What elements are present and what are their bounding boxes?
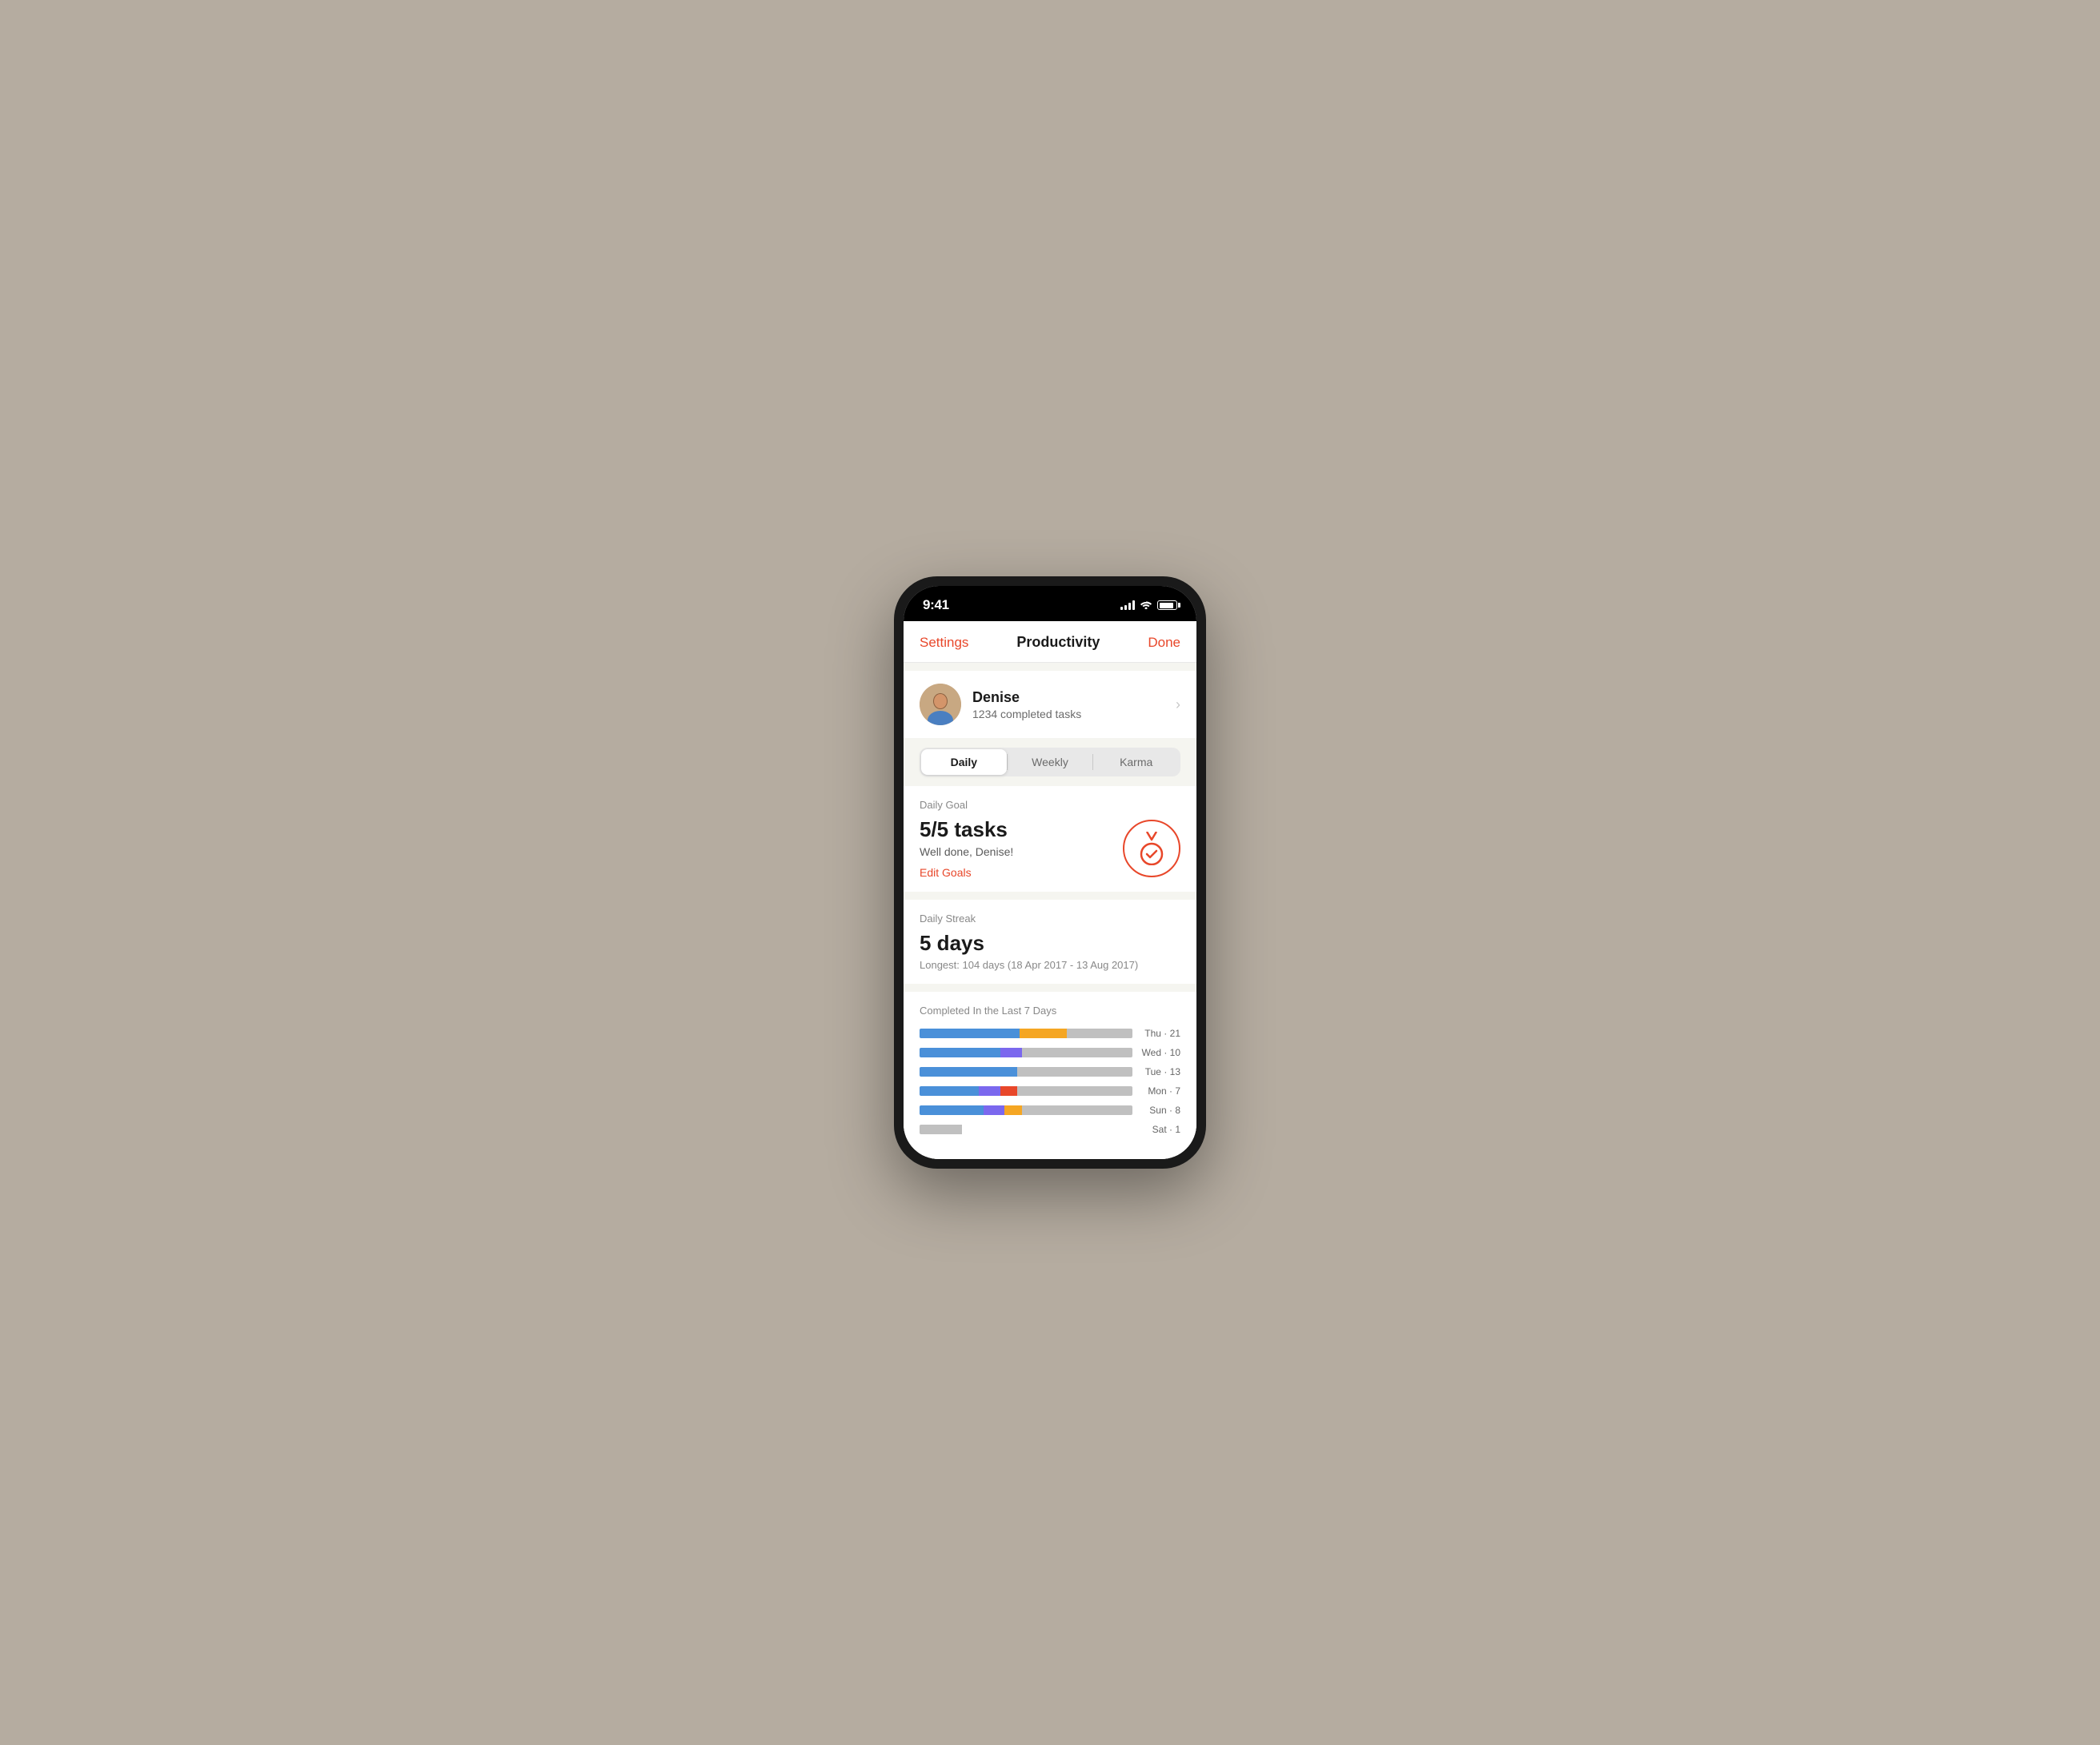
status-time: 9:41 [923, 597, 949, 613]
phone-frame: 9:41 [894, 576, 1206, 1169]
profile-info: Denise 1234 completed tasks [972, 689, 1081, 720]
streak-longest: Longest: 104 days (18 Apr 2017 - 13 Aug … [920, 959, 1180, 971]
goal-info: 5/5 tasks Well done, Denise! Edit Goals [920, 817, 1013, 879]
chart-day-thu: Thu · 21 [1139, 1028, 1180, 1039]
battery-icon [1157, 600, 1177, 610]
wifi-icon [1140, 600, 1152, 612]
chart-row-wed: Wed · 10 [920, 1047, 1180, 1058]
medal-icon [1123, 820, 1180, 877]
tab-daily[interactable]: Daily [921, 749, 1007, 775]
daily-goal-section: Daily Goal 5/5 tasks Well done, Denise! … [904, 786, 1196, 892]
segment-control: Daily Weekly Karma [920, 748, 1180, 776]
done-button[interactable]: Done [1148, 635, 1180, 651]
phone-screen: 9:41 [904, 586, 1196, 1159]
settings-button[interactable]: Settings [920, 635, 968, 651]
chart-row-mon: Mon · 7 [920, 1085, 1180, 1097]
goal-congrats: Well done, Denise! [920, 845, 1013, 858]
streak-days: 5 days [920, 931, 1180, 956]
profile-tasks: 1234 completed tasks [972, 708, 1081, 720]
profile-name: Denise [972, 689, 1081, 706]
status-icons [1120, 600, 1177, 612]
signal-icon [1120, 600, 1135, 610]
chart-bar-sat [920, 1125, 1132, 1134]
page-title: Productivity [1016, 634, 1100, 651]
tab-weekly[interactable]: Weekly [1008, 749, 1093, 775]
chevron-right-icon: › [1176, 696, 1180, 713]
edit-goals-button[interactable]: Edit Goals [920, 866, 1013, 879]
chart-section: Completed In the Last 7 Days Thu · 21 [904, 992, 1196, 1159]
chart-day-sun: Sun · 8 [1139, 1105, 1180, 1116]
avatar [920, 684, 961, 725]
chart-day-wed: Wed · 10 [1139, 1047, 1180, 1058]
chart-day-tue: Tue · 13 [1139, 1066, 1180, 1077]
streak-label: Daily Streak [920, 913, 1180, 925]
chart-bar-sun [920, 1105, 1132, 1115]
chart-row-sat: Sat · 1 [920, 1124, 1180, 1135]
profile-left: Denise 1234 completed tasks [920, 684, 1081, 725]
daily-goal-label: Daily Goal [920, 799, 1180, 811]
chart-row-thu: Thu · 21 [920, 1028, 1180, 1039]
daily-streak-section: Daily Streak 5 days Longest: 104 days (1… [904, 900, 1196, 984]
profile-section[interactable]: Denise 1234 completed tasks › [904, 671, 1196, 738]
tab-karma[interactable]: Karma [1093, 749, 1179, 775]
chart-day-sat: Sat · 1 [1139, 1124, 1180, 1135]
chart-row-tue: Tue · 13 [920, 1066, 1180, 1077]
chart-bar-thu [920, 1029, 1132, 1038]
chart-bar-tue [920, 1067, 1132, 1077]
status-bar: 9:41 [904, 586, 1196, 621]
chart-bar-mon [920, 1086, 1132, 1096]
goal-tasks: 5/5 tasks [920, 817, 1013, 842]
nav-bar: Settings Productivity Done [904, 621, 1196, 663]
goal-row: 5/5 tasks Well done, Denise! Edit Goals [920, 817, 1180, 879]
app-content: Settings Productivity Done [904, 621, 1196, 1159]
chart-day-mon: Mon · 7 [1139, 1085, 1180, 1097]
chart-row-sun: Sun · 8 [920, 1105, 1180, 1116]
chart-label: Completed In the Last 7 Days [920, 1005, 1180, 1017]
chart-bar-wed [920, 1048, 1132, 1057]
